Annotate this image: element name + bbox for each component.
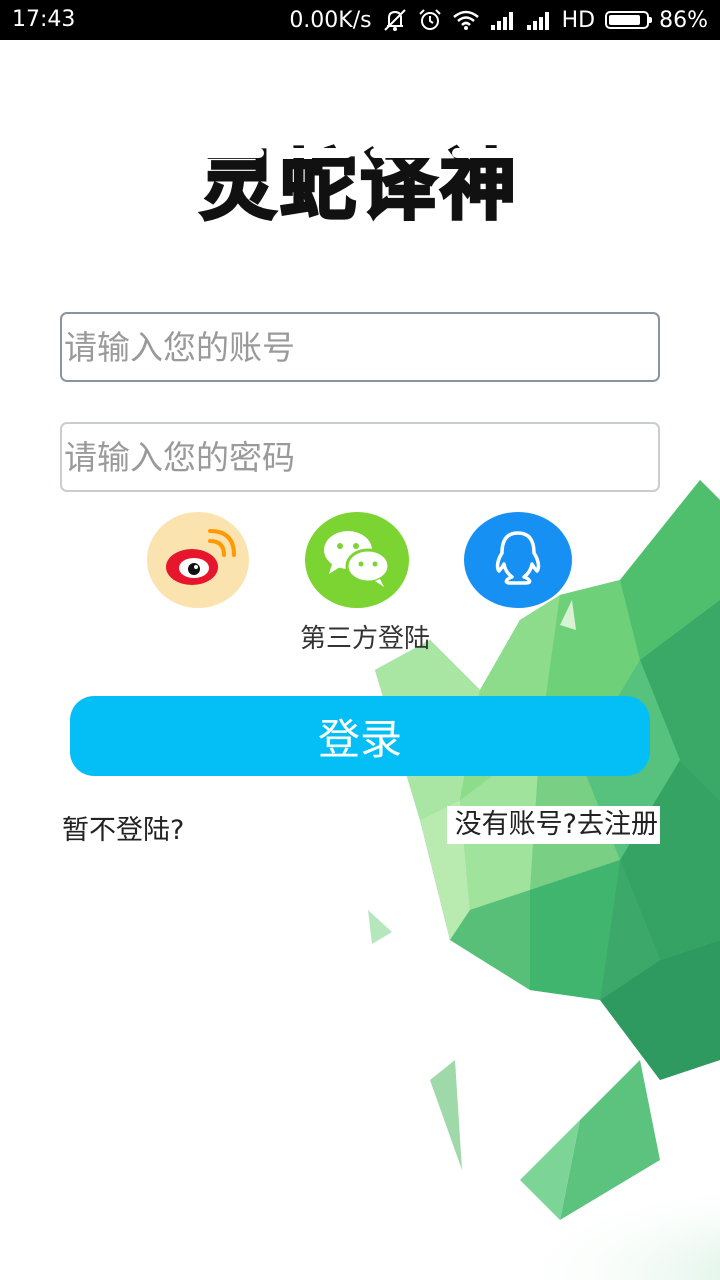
wechat-icon: [320, 526, 394, 594]
third-party-login-label: 第三方登陆: [299, 624, 430, 654]
skip-login-link[interactable]: 暂不登陆?: [62, 808, 184, 847]
weibo-login-button[interactable]: [147, 512, 249, 608]
account-field: [60, 312, 660, 382]
qq-icon: [488, 527, 548, 593]
weibo-icon: [158, 523, 238, 597]
login-button[interactable]: 登录: [70, 696, 650, 776]
status-bar: 17:43 0.00K/s HD 86%: [0, 0, 720, 40]
battery-percent: 86%: [659, 7, 708, 33]
logo-snow-cap: [370, 148, 436, 158]
battery-icon: [605, 11, 653, 29]
app-logo: 灵蛇译神: [0, 138, 720, 234]
account-input[interactable]: [62, 314, 658, 380]
wifi-icon: [452, 9, 480, 31]
logo-snow-cap: [452, 148, 520, 158]
qq-login-button[interactable]: [464, 512, 572, 608]
wechat-login-button[interactable]: [305, 512, 409, 608]
status-time: 17:43: [12, 7, 76, 32]
alarm-icon: [418, 8, 442, 32]
logo-snow-cap: [200, 148, 264, 158]
logo-snow-cap: [282, 148, 352, 158]
signal-icon: [490, 10, 516, 30]
password-field: [60, 422, 660, 492]
password-input[interactable]: [62, 424, 658, 490]
signal-icon: [526, 10, 552, 30]
register-link[interactable]: 没有账号?去注册: [446, 806, 660, 844]
network-type: HD: [561, 7, 596, 33]
network-speed: 0.00K/s: [289, 7, 372, 33]
mute-icon: [382, 8, 408, 32]
battery-level: [609, 15, 641, 25]
status-indicators: 0.00K/s HD 86%: [289, 0, 708, 40]
